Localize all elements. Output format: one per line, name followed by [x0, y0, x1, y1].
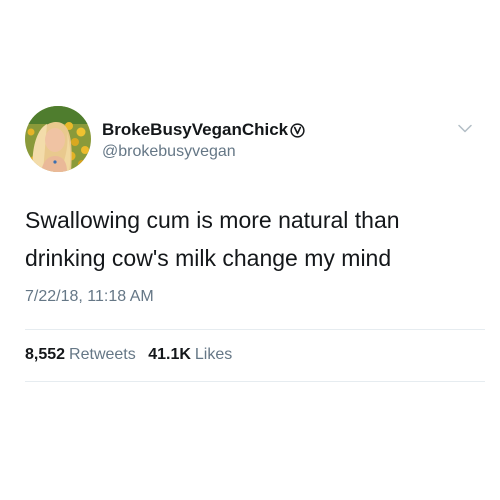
likes-count: 41.1K [148, 346, 191, 363]
author-info: BrokeBusyVeganChick @brokebusyvegan [102, 120, 305, 162]
likes-label: Likes [194, 346, 233, 363]
chevron-down-icon[interactable] [458, 124, 472, 133]
tweet-screenshot: BrokeBusyVeganChick @brokebusyvegan Swal… [0, 0, 500, 500]
display-name-row[interactable]: BrokeBusyVeganChick [102, 120, 305, 140]
tweet-text-line: Swallowing cum is more natural than [25, 207, 400, 233]
divider [25, 329, 485, 330]
likes-stat[interactable]: 41.1K Likes [148, 345, 232, 365]
divider [25, 381, 485, 382]
tweet-timestamp[interactable]: 7/22/18, 11:18 AM [25, 287, 154, 307]
avatar[interactable] [25, 106, 91, 172]
tweet-text: Swallowing cum is more natural than drin… [25, 201, 475, 277]
display-name[interactable]: BrokeBusyVeganChick [102, 120, 288, 140]
retweets-label: Retweets [69, 346, 136, 363]
retweets-count: 8,552 [25, 346, 66, 363]
profile-photo [25, 106, 91, 172]
vegan-v-circle-icon [290, 122, 305, 138]
tweet-text-line: drinking cow's milk change my mind [25, 245, 392, 271]
engagement-stats: 8,552 Retweets 41.1K Likes [25, 345, 232, 365]
retweets-stat[interactable]: 8,552 Retweets [25, 345, 136, 365]
user-handle[interactable]: @brokebusyvegan [102, 142, 305, 162]
